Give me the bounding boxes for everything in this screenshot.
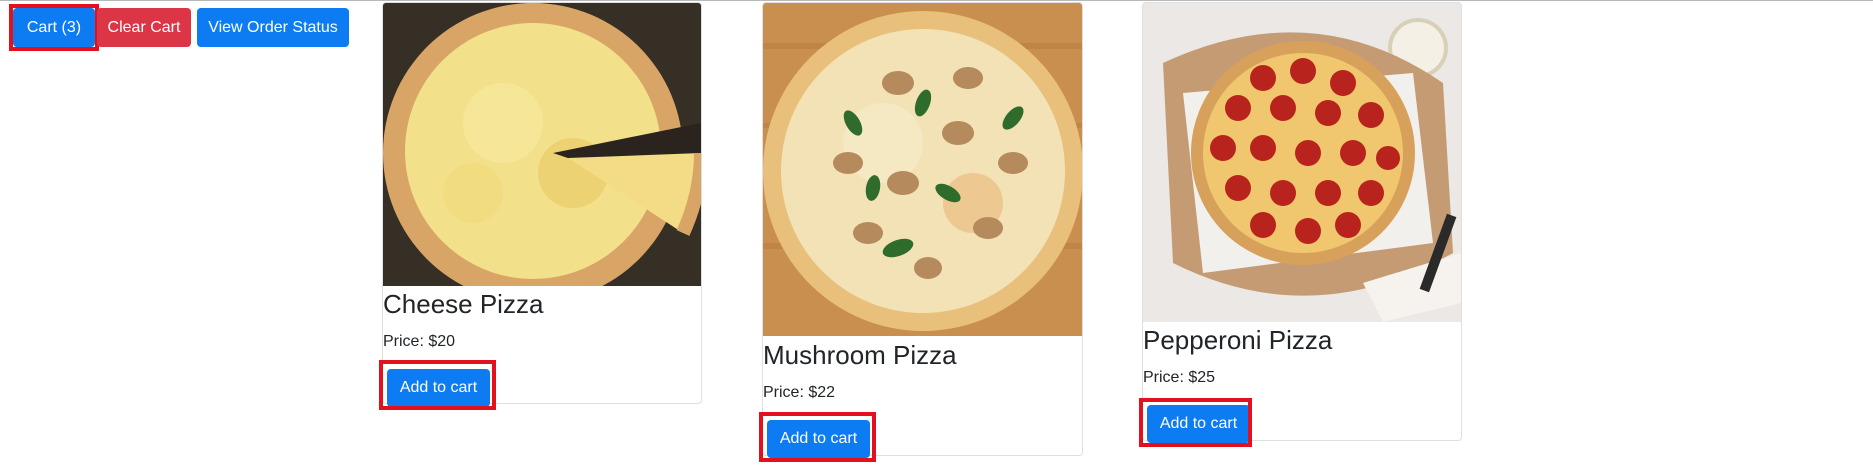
cheese-pizza-image [383,3,701,286]
add-to-cart-button[interactable]: Add to cart [767,420,870,458]
product-name: Pepperoni Pizza [1143,325,1333,355]
product-name: Mushroom Pizza [763,340,957,370]
product-name: Cheese Pizza [383,289,544,319]
product-price: Price: $20 [383,333,456,350]
product-price: Price: $22 [763,384,836,401]
mushroom-pizza-image [763,3,1082,336]
product-price: Price: $25 [1143,369,1216,386]
product-card-mushroom: Mushroom Pizza Price: $22 Add to cart [762,2,1083,458]
product-card-cheese: Cheese Pizza Price: $20 Add to cart [382,2,702,407]
top-divider [0,0,1873,1]
cart-button[interactable]: Cart (3) [13,8,95,47]
product-card-pepperoni: Pepperoni Pizza Price: $25 Add to cart [1142,2,1462,443]
pepperoni-pizza-image [1143,3,1461,322]
clear-cart-button[interactable]: Clear Cart [97,8,191,47]
add-to-cart-button[interactable]: Add to cart [1147,405,1250,443]
add-to-cart-button[interactable]: Add to cart [387,369,490,407]
view-order-status-button[interactable]: View Order Status [197,8,349,47]
